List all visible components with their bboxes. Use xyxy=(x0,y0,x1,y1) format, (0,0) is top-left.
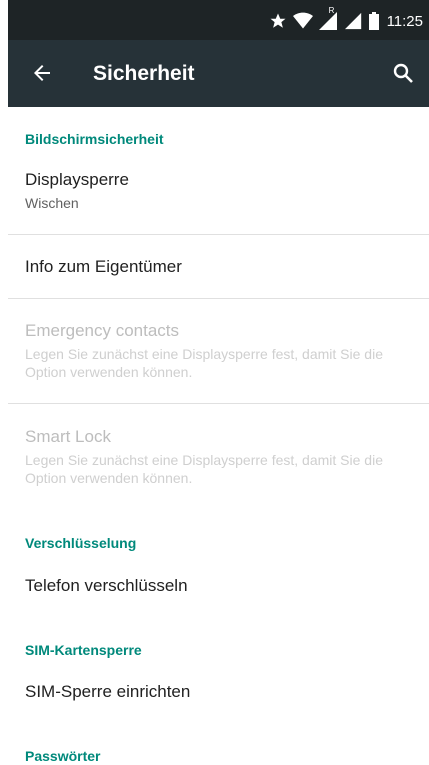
status-bar: R 11:25 xyxy=(8,0,429,40)
display-lock-title: Displaysperre xyxy=(25,170,129,189)
smart-lock-summary: Legen Sie zunächst eine Displaysperre fe… xyxy=(25,452,383,486)
wifi-icon xyxy=(292,12,313,30)
encrypt-phone-title: Telefon verschlüsseln xyxy=(25,576,188,595)
setup-sim-lock-title: SIM-Sperre einrichten xyxy=(25,682,191,701)
section-header-screen-security: Bildschirmsicherheit xyxy=(25,131,164,147)
emergency-contacts-summary: Legen Sie zunächst eine Displaysperre fe… xyxy=(25,346,383,380)
emergency-contacts-item: Emergency contacts Legen Sie zunächst ei… xyxy=(25,320,419,381)
encrypt-phone-item[interactable]: Telefon verschlüsseln xyxy=(25,575,419,597)
section-header-encryption: Verschlüsselung xyxy=(25,535,137,551)
status-time: 11:25 xyxy=(386,12,423,30)
divider xyxy=(8,234,429,235)
signal-icon: R xyxy=(318,6,339,30)
display-lock-summary: Wischen xyxy=(25,195,79,211)
signal-icon-2 xyxy=(344,12,363,30)
roaming-indicator: R xyxy=(328,6,335,15)
page-title: Sicherheit xyxy=(93,62,195,85)
section-header-passwords: Passwörter xyxy=(25,748,101,764)
owner-info-title: Info zum Eigentümer xyxy=(25,257,182,276)
divider xyxy=(8,403,429,404)
divider xyxy=(8,298,429,299)
owner-info-item[interactable]: Info zum Eigentümer xyxy=(25,256,419,278)
smart-lock-title: Smart Lock xyxy=(25,427,111,446)
emergency-contacts-title: Emergency contacts xyxy=(25,321,180,340)
search-icon[interactable] xyxy=(391,61,415,85)
arrow-back-icon[interactable] xyxy=(30,61,54,85)
display-lock-item[interactable]: Displaysperre Wischen xyxy=(25,169,419,212)
star-icon xyxy=(269,12,287,30)
section-header-sim-lock: SIM-Kartensperre xyxy=(25,642,142,658)
status-icons: R 11:25 xyxy=(269,6,423,31)
setup-sim-lock-item[interactable]: SIM-Sperre einrichten xyxy=(25,681,419,703)
smart-lock-item: Smart Lock Legen Sie zunächst eine Displ… xyxy=(25,426,419,487)
battery-icon xyxy=(368,12,379,30)
toolbar: Sicherheit xyxy=(8,40,429,107)
